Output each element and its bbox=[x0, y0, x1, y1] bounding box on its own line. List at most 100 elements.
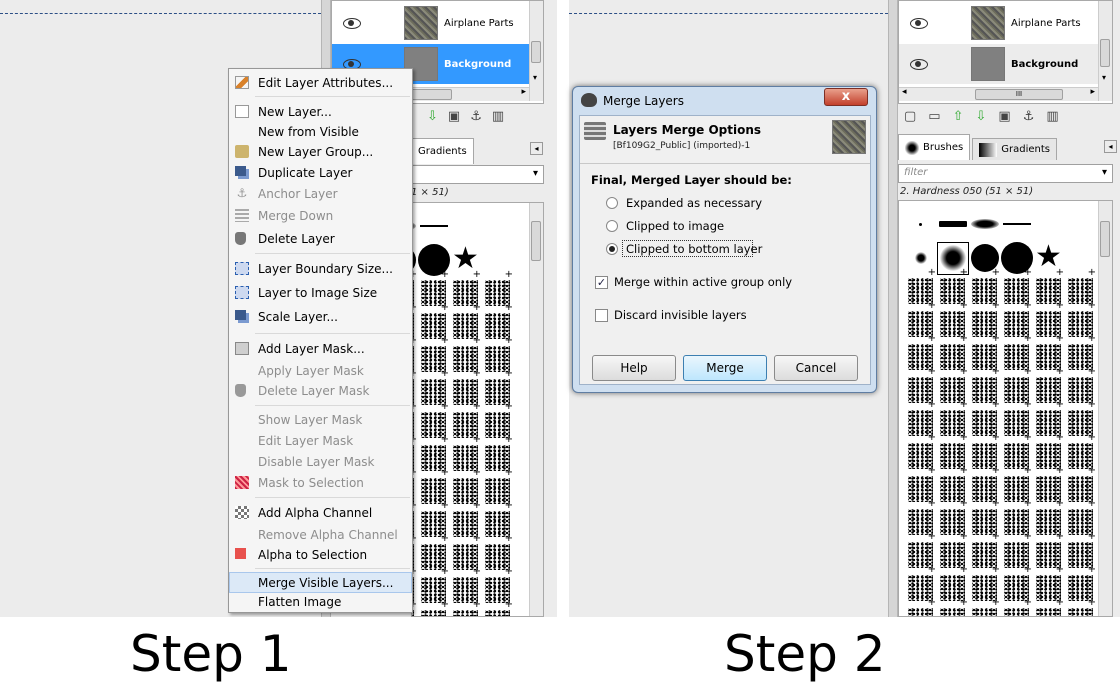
brush-item[interactable] bbox=[482, 541, 514, 577]
merge-button[interactable]: Merge bbox=[683, 355, 767, 381]
menu-item-mask-to-selection[interactable]: Mask to Selection bbox=[229, 472, 412, 493]
brush-item[interactable] bbox=[1033, 539, 1065, 575]
delete-layer-icon[interactable]: ▥ bbox=[492, 109, 504, 124]
scroll-thumb[interactable] bbox=[1100, 39, 1110, 67]
brush-item[interactable] bbox=[969, 473, 1001, 509]
menu-item-duplicate-layer[interactable]: Duplicate Layer bbox=[229, 162, 412, 183]
brush-item[interactable] bbox=[905, 473, 937, 509]
menu-item-add-alpha-channel[interactable]: Add Alpha Channel bbox=[229, 502, 412, 523]
brush-item[interactable] bbox=[937, 209, 969, 242]
brush-item[interactable] bbox=[450, 475, 482, 511]
visibility-eye-icon[interactable] bbox=[909, 17, 929, 29]
menu-item-new-from-visible[interactable]: New from Visible bbox=[229, 121, 412, 142]
brush-item[interactable] bbox=[1033, 209, 1065, 242]
brush-item[interactable] bbox=[1001, 308, 1033, 344]
menu-item-remove-alpha-channel[interactable]: Remove Alpha Channel bbox=[229, 524, 412, 545]
brush-item[interactable] bbox=[450, 409, 482, 445]
brush-item[interactable] bbox=[418, 376, 450, 412]
brush-item[interactable] bbox=[1065, 275, 1097, 311]
brush-item[interactable] bbox=[969, 539, 1001, 575]
brush-item[interactable] bbox=[1001, 539, 1033, 575]
delete-layer-icon[interactable]: ▥ bbox=[1046, 109, 1058, 124]
brush-item[interactable] bbox=[418, 211, 450, 244]
brush-item[interactable] bbox=[1065, 242, 1097, 278]
scroll-right-arrow-icon[interactable]: ▸ bbox=[1090, 87, 1095, 97]
layers-vscrollbar[interactable]: ▾ bbox=[529, 1, 543, 101]
tab-gradients[interactable]: Gradients bbox=[972, 138, 1057, 160]
brush-item[interactable] bbox=[937, 605, 969, 616]
menu-item-merge-visible-layers[interactable]: Merge Visible Layers... bbox=[229, 572, 412, 593]
scroll-right-arrow-icon[interactable]: ▸ bbox=[521, 87, 526, 97]
scroll-down-arrow-icon[interactable]: ▾ bbox=[1102, 73, 1106, 82]
checkbox-merge-active-group[interactable]: ✓ bbox=[595, 276, 608, 289]
new-group-icon[interactable]: ▭ bbox=[928, 109, 940, 124]
scroll-down-arrow-icon[interactable]: ▾ bbox=[533, 73, 537, 82]
brush-item[interactable] bbox=[418, 607, 450, 616]
brush-item[interactable] bbox=[1065, 407, 1097, 443]
brush-item[interactable] bbox=[1065, 506, 1097, 542]
brush-item[interactable] bbox=[1001, 275, 1033, 311]
brush-item[interactable] bbox=[937, 506, 969, 542]
brush-list[interactable]: ★ bbox=[412, 211, 514, 616]
brush-item[interactable] bbox=[937, 440, 969, 476]
menu-item-delete-layer-mask[interactable]: Delete Layer Mask bbox=[229, 380, 412, 401]
menu-item-scale-layer[interactable]: Scale Layer... bbox=[229, 306, 412, 327]
brush-item[interactable] bbox=[937, 275, 969, 311]
brush-item[interactable] bbox=[482, 607, 514, 616]
layers-vscrollbar[interactable]: ▾ bbox=[1098, 1, 1112, 101]
brush-item[interactable] bbox=[482, 376, 514, 412]
brush-item[interactable] bbox=[1065, 572, 1097, 608]
brush-item[interactable] bbox=[1065, 341, 1097, 377]
brush-item[interactable] bbox=[482, 508, 514, 544]
brush-item[interactable] bbox=[1033, 572, 1065, 608]
brush-item[interactable] bbox=[905, 407, 937, 443]
brush-item[interactable] bbox=[969, 308, 1001, 344]
brush-item[interactable] bbox=[418, 277, 450, 313]
brush-item[interactable] bbox=[418, 343, 450, 379]
brush-item[interactable] bbox=[905, 209, 937, 242]
brush-item[interactable] bbox=[905, 605, 937, 616]
scroll-thumb[interactable]: III bbox=[975, 89, 1063, 100]
brush-item[interactable] bbox=[1001, 473, 1033, 509]
tab-brushes[interactable]: Brushes bbox=[898, 134, 971, 160]
lower-layer-icon[interactable]: ⇩ bbox=[427, 109, 438, 124]
brush-item[interactable] bbox=[969, 242, 1001, 278]
brush-item[interactable] bbox=[1001, 209, 1033, 242]
brush-item[interactable] bbox=[905, 572, 937, 608]
brush-item[interactable] bbox=[1001, 572, 1033, 608]
brush-filter-input[interactable]: ▾ bbox=[411, 165, 544, 184]
visibility-eye-icon[interactable] bbox=[342, 17, 362, 29]
brush-item[interactable] bbox=[1001, 605, 1033, 616]
help-button[interactable]: Help bbox=[592, 355, 676, 381]
anchor-icon[interactable]: ⚓ bbox=[470, 109, 482, 124]
brushes-vscrollbar[interactable] bbox=[529, 203, 543, 616]
radio-clipped-bottom[interactable] bbox=[606, 243, 618, 255]
brush-item[interactable] bbox=[1065, 209, 1097, 242]
brush-item[interactable] bbox=[1001, 440, 1033, 476]
scroll-thumb[interactable] bbox=[1100, 221, 1110, 257]
menu-item-apply-layer-mask[interactable]: Apply Layer Mask bbox=[229, 360, 412, 381]
menu-item-layer-to-image-size[interactable]: Layer to Image Size bbox=[229, 282, 412, 303]
menu-item-merge-down[interactable]: Merge Down bbox=[229, 205, 412, 226]
menu-item-alpha-to-selection[interactable]: Alpha to Selection bbox=[229, 544, 412, 565]
brush-item[interactable] bbox=[969, 209, 1001, 242]
brush-item[interactable] bbox=[969, 506, 1001, 542]
brush-item[interactable] bbox=[969, 341, 1001, 377]
menu-item-edit-layer-attributes[interactable]: Edit Layer Attributes... bbox=[229, 72, 412, 93]
brush-item[interactable] bbox=[905, 341, 937, 377]
checkbox-discard-invisible[interactable] bbox=[595, 309, 608, 322]
brush-item[interactable] bbox=[418, 574, 450, 610]
menu-item-edit-layer-mask[interactable]: Edit Layer Mask bbox=[229, 430, 412, 451]
duplicate-layer-icon[interactable]: ▣ bbox=[448, 109, 460, 124]
brush-item[interactable] bbox=[905, 539, 937, 575]
layers-hscrollbar[interactable]: ◂ III ▸ bbox=[899, 87, 1099, 101]
brush-item[interactable] bbox=[1065, 473, 1097, 509]
brush-item[interactable] bbox=[1033, 506, 1065, 542]
brush-item[interactable] bbox=[450, 310, 482, 346]
brush-item[interactable] bbox=[1033, 275, 1065, 311]
brush-item[interactable] bbox=[969, 407, 1001, 443]
anchor-icon[interactable]: ⚓ bbox=[1023, 109, 1035, 124]
brush-item[interactable] bbox=[1065, 440, 1097, 476]
brush-item[interactable] bbox=[1001, 341, 1033, 377]
brush-item[interactable] bbox=[482, 310, 514, 346]
